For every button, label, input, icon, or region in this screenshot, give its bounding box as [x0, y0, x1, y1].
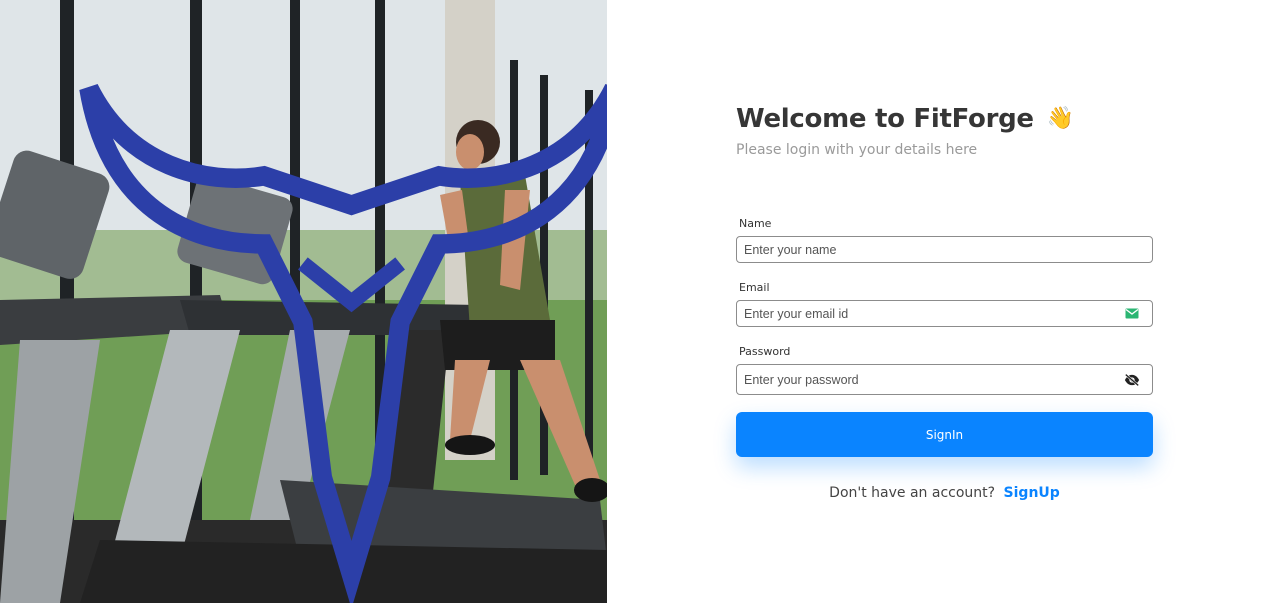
email-field-container [736, 300, 1153, 327]
hero-image [0, 0, 607, 603]
password-field-container [736, 364, 1153, 395]
signup-row: Don't have an account? SignUp [736, 485, 1153, 501]
eye-off-icon[interactable] [1124, 372, 1140, 388]
signup-link[interactable]: SignUp [1004, 485, 1060, 501]
password-label: Password [739, 345, 791, 358]
name-field-container [736, 236, 1153, 263]
mail-icon [1124, 306, 1140, 322]
page-title: Welcome to FitForge 👋 [736, 104, 1074, 134]
name-label: Name [739, 217, 772, 230]
page-subtitle: Please login with your details here [736, 142, 978, 158]
email-label: Email [739, 281, 770, 294]
email-input[interactable] [737, 301, 1124, 326]
title-text: Welcome to FitForge [736, 104, 1034, 134]
waving-hand-icon: 👋 [1046, 106, 1074, 131]
bull-skull-icon [48, 30, 607, 603]
name-input[interactable] [737, 237, 1152, 262]
signin-button[interactable]: SignIn [736, 412, 1153, 457]
signup-prompt: Don't have an account? [829, 485, 996, 501]
password-input[interactable] [737, 365, 1124, 394]
